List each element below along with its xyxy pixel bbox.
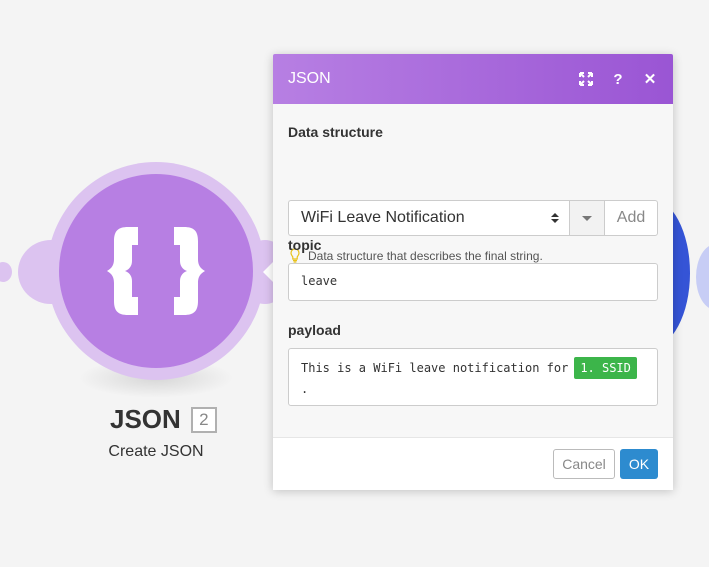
cancel-button[interactable]: Cancel (553, 449, 615, 479)
module-settings-dialog: JSON ? ✕ Data structure WiFi Leave Notif… (273, 54, 673, 490)
dialog-header: JSON ? ✕ (273, 54, 673, 104)
topic-value: leave (301, 274, 338, 288)
dialog-header-icons: ? ✕ (578, 71, 658, 88)
payload-suffix: . (301, 382, 309, 396)
module-name: JSON (110, 404, 181, 434)
close-icon[interactable]: ✕ (642, 71, 658, 88)
module-json[interactable] (59, 174, 253, 368)
data-structure-value: WiFi Leave Notification (301, 209, 465, 226)
dialog-pointer (263, 262, 273, 282)
select-updown-icon (550, 213, 559, 223)
dialog-body: Data structure WiFi Leave Notification A… (273, 104, 673, 437)
data-structure-label: Data structure (288, 124, 383, 140)
module-title: JSON 2 (110, 404, 240, 435)
module-id-badge: 2 (190, 406, 217, 433)
next-module-connector (696, 244, 709, 310)
topic-label: topic (288, 237, 322, 253)
payload-text: This is a WiFi leave notification for (301, 361, 569, 375)
help-icon[interactable]: ? (610, 71, 626, 88)
add-data-structure-button[interactable]: Add (604, 200, 658, 236)
payload-label: payload (288, 322, 341, 338)
hint-text: Data structure that describes the final … (308, 248, 543, 263)
data-structure-dropdown-button[interactable] (569, 200, 605, 236)
module-subtitle: Create JSON (108, 443, 204, 460)
data-structure-hint: Data structure that describes the final … (290, 248, 543, 263)
braces-icon (107, 227, 205, 315)
ok-button[interactable]: OK (620, 449, 658, 479)
data-structure-select[interactable]: WiFi Leave Notification (288, 200, 569, 236)
dialog-footer: Cancel OK (273, 437, 673, 490)
connector-dot-left (0, 262, 12, 282)
topic-field[interactable]: leave (288, 263, 658, 301)
payload-field[interactable]: This is a WiFi leave notification for 1. … (288, 348, 658, 406)
ssid-token-pill[interactable]: 1. SSID (574, 357, 637, 379)
expand-icon[interactable] (578, 71, 594, 87)
chevron-down-icon (582, 215, 592, 221)
dialog-title: JSON (288, 70, 331, 87)
